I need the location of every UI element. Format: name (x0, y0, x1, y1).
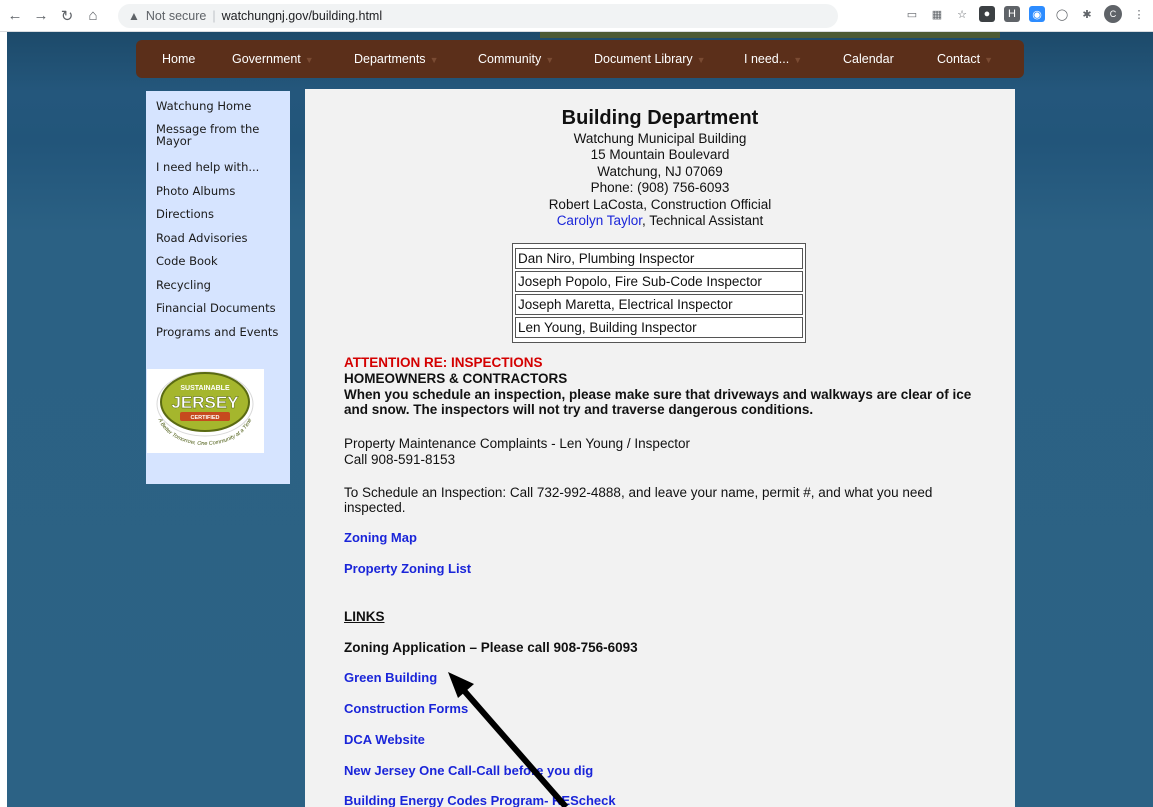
inspection-notice: When you schedule an inspection, please … (344, 387, 972, 417)
green-building-link[interactable]: Green Building (344, 670, 437, 685)
sidebar-item-i-need-help[interactable]: I need help with... (156, 161, 286, 173)
table-row: Dan Niro, Plumbing Inspector (515, 248, 803, 269)
chevron-down-icon: ▼ (696, 55, 706, 65)
home-icon[interactable]: ⌂ (82, 5, 104, 27)
sidebar-item-photo-albums[interactable]: Photo Albums (156, 185, 286, 197)
kebab-menu-icon[interactable]: ⋮ (1131, 6, 1147, 22)
url-text: watchungnj.gov/building.html (221, 9, 383, 23)
logo-top-text: SUSTAINABLE (180, 385, 230, 392)
chevron-down-icon: ▼ (304, 55, 314, 65)
attention-heading: ATTENTION RE: INSPECTIONS (344, 355, 543, 370)
sidebar: Watchung Home Message from the Mayor I n… (146, 91, 290, 484)
sidebar-item-recycling[interactable]: Recycling (156, 279, 286, 291)
chevron-down-icon: ▼ (545, 55, 555, 65)
sidebar-item-road-advisories[interactable]: Road Advisories (156, 232, 286, 244)
sidebar-item-watchung-home[interactable]: Watchung Home (156, 100, 286, 112)
browser-toolbar: ← → ↻ ⌂ ▲ Not secure | watchungnj.gov/bu… (0, 0, 1153, 32)
warning-icon: ▲ (128, 9, 140, 23)
schedule-instructions: To Schedule an Inspection: Call 732-992-… (344, 485, 933, 515)
nav-government[interactable]: Government ▼ (232, 52, 314, 66)
chevron-down-icon: ▼ (793, 55, 803, 65)
page-title: Building Department (561, 107, 759, 129)
page-left-strip (0, 32, 7, 807)
logo-badge-text: CERTIFIED (190, 415, 219, 421)
cast-icon[interactable]: ▭ (904, 6, 920, 22)
address-separator: | (212, 9, 216, 23)
table-row: Len Young, Building Inspector (515, 317, 803, 338)
sidebar-item-financial-documents[interactable]: Financial Documents (156, 302, 286, 314)
sidebar-item-directions[interactable]: Directions (156, 208, 286, 220)
technical-assistant: Carolyn Taylor, Technical Assistant (556, 213, 764, 228)
sustainable-jersey-logo-graphic: SUSTAINABLE JERSEY CERTIFIED A Better To… (156, 371, 254, 447)
forward-arrow-icon[interactable]: → (30, 5, 52, 27)
complaints-line-1: Property Maintenance Complaints - Len Yo… (344, 436, 690, 451)
logo-main-text: JERSEY (171, 393, 239, 412)
complaints-line-2: Call 908-591-8153 (344, 452, 456, 467)
sidebar-item-programs-and-events[interactable]: Programs and Events (156, 326, 286, 338)
puzzle-icon[interactable]: ✱ (1079, 6, 1095, 22)
extension-ring-icon[interactable]: ◯ (1054, 6, 1070, 22)
nav-document-library[interactable]: Document Library ▼ (594, 52, 706, 66)
nj-one-call-link[interactable]: New Jersey One Call-Call before you dig (344, 763, 593, 778)
chevron-down-icon: ▼ (429, 55, 439, 65)
extension-h-icon[interactable]: H (1004, 6, 1020, 22)
dca-website-link[interactable]: DCA Website (344, 732, 425, 747)
address-line-2: 15 Mountain Boulevard (590, 147, 730, 162)
extension-icon[interactable]: ● (979, 6, 995, 22)
links-heading: LINKS (344, 609, 385, 624)
address-line-3: Watchung, NJ 07069 (597, 164, 723, 179)
header-banner (540, 32, 1000, 38)
nav-i-need[interactable]: I need... ▼ (744, 52, 802, 66)
property-zoning-list-link[interactable]: Property Zoning List (344, 561, 471, 576)
assistant-name-link[interactable]: Carolyn Taylor (557, 213, 642, 228)
back-arrow-icon[interactable]: ← (4, 5, 26, 27)
address-bar[interactable]: ▲ Not secure | watchungnj.gov/building.h… (118, 4, 838, 28)
profile-avatar[interactable]: C (1104, 5, 1122, 23)
nav-contact[interactable]: Contact ▼ (937, 52, 993, 66)
nav-calendar[interactable]: Calendar (843, 52, 894, 66)
reload-icon[interactable]: ↻ (56, 5, 78, 27)
nav-community[interactable]: Community ▼ (478, 52, 554, 66)
main-content: Building Department Watchung Municipal B… (305, 89, 1015, 807)
address-line-1: Watchung Municipal Building (573, 131, 747, 146)
table-row: Joseph Maretta, Electrical Inspector (515, 294, 803, 315)
bookmark-star-icon[interactable]: ☆ (954, 6, 970, 22)
zoom-extension-icon[interactable]: ◉ (1029, 6, 1045, 22)
main-navigation: Home Government ▼ Departments ▼ Community ▼… (136, 40, 1024, 78)
chevron-down-icon: ▼ (984, 55, 994, 65)
extension-bar: ▭ ▦ ☆ ● H ◉ ◯ ✱ C ⋮ (904, 5, 1147, 23)
qr-code-icon[interactable]: ▦ (929, 6, 945, 22)
nav-departments[interactable]: Departments ▼ (354, 52, 438, 66)
sidebar-item-code-book[interactable]: Code Book (156, 255, 286, 267)
phone-line: Phone: (908) 756-6093 (590, 180, 730, 195)
sustainable-jersey-logo[interactable]: SUSTAINABLE JERSEY CERTIFIED A Better To… (147, 369, 264, 453)
rescheck-link[interactable]: Building Energy Codes Program- REScheck (344, 793, 616, 807)
zoning-application-text: Zoning Application – Please call 908-756… (344, 640, 638, 655)
zoning-map-link[interactable]: Zoning Map (344, 530, 417, 545)
construction-official: Robert LaCosta, Construction Official (548, 197, 772, 212)
audience-heading: HOMEOWNERS & CONTRACTORS (344, 371, 568, 386)
inspector-table: Dan Niro, Plumbing Inspector Joseph Popo… (512, 243, 806, 343)
sidebar-item-message-from-mayor[interactable]: Message from the Mayor (156, 123, 286, 147)
construction-forms-link[interactable]: Construction Forms (344, 701, 468, 716)
security-label: Not secure (145, 9, 207, 23)
table-row: Joseph Popolo, Fire Sub-Code Inspector (515, 271, 803, 292)
nav-home[interactable]: Home (162, 52, 195, 66)
